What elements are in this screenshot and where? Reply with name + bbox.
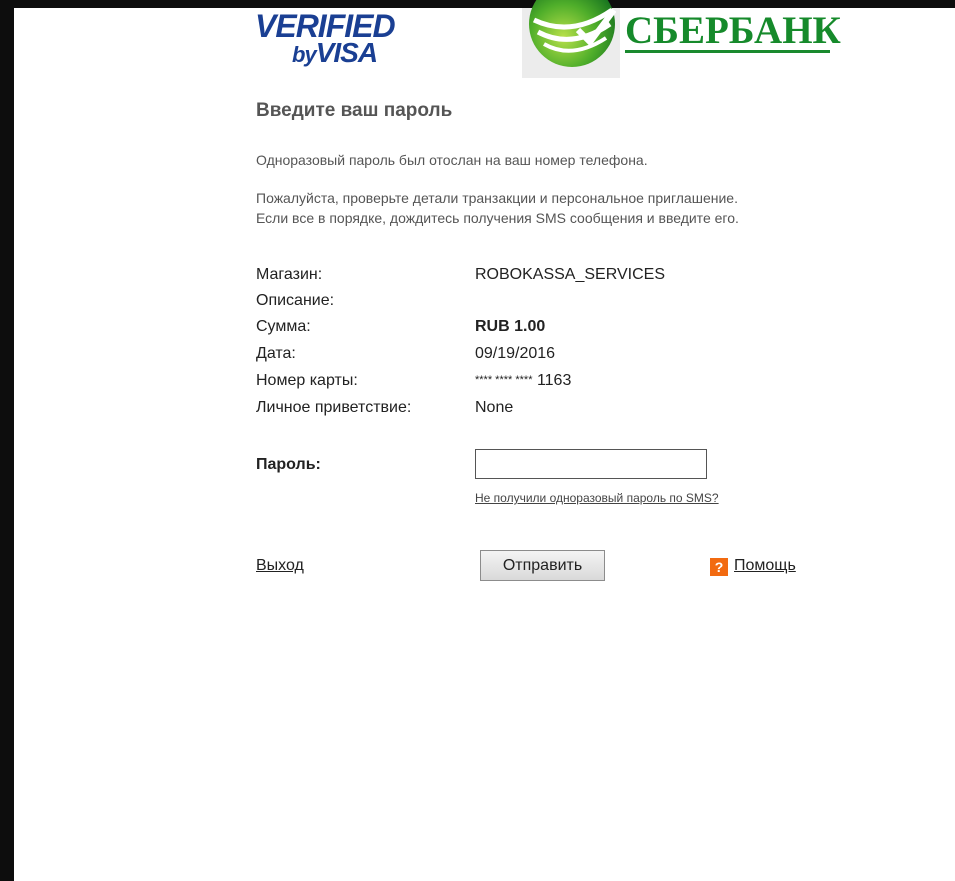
help-icon[interactable]: ? — [710, 558, 728, 576]
submit-button[interactable]: Отправить — [480, 550, 605, 581]
sberbank-wordmark-underline — [625, 50, 830, 53]
sberbank-logo: СБЕРБАНК — [522, 0, 841, 78]
date-label: Дата: — [256, 345, 296, 362]
otp-sent-message: Одноразовый пароль был отослан на ваш но… — [256, 152, 648, 168]
amount-value: RUB 1.00 — [475, 318, 546, 335]
sberbank-emblem-background — [522, 0, 620, 78]
card-number-last4: 1163 — [536, 372, 572, 389]
amount-label: Сумма: — [256, 318, 311, 335]
card-number-mask: **** **** **** — [475, 374, 533, 386]
payment-page: VERIFIED byVISA СБЕРБАНК Введите ваш пар… — [14, 0, 955, 881]
no-sms-link[interactable]: Не получили одноразовый пароль по SMS? — [475, 491, 719, 505]
personal-greeting-label: Личное приветствие: — [256, 399, 412, 416]
date-value: 09/19/2016 — [475, 345, 556, 362]
page-title: Введите ваш пароль — [256, 100, 453, 121]
card-number-value: **** **** **** 1163 — [475, 372, 571, 390]
sberbank-wordmark: СБЕРБАНК — [625, 9, 841, 52]
merchant-value: ROBOKASSA_SERVICES — [475, 266, 665, 283]
exit-link[interactable]: Выход — [256, 557, 304, 575]
instructions-line-1: Пожалуйста, проверьте детали транзакции … — [256, 190, 738, 206]
password-input[interactable] — [475, 449, 707, 479]
password-label: Пароль: — [256, 456, 321, 473]
instructions-text: Пожалуйста, проверьте детали транзакции … — [256, 188, 876, 228]
visa-logo-line2: byVISA — [292, 37, 378, 68]
sberbank-emblem-icon — [529, 0, 616, 67]
help-label[interactable]: Помощь — [734, 557, 796, 575]
card-number-label: Номер карты: — [256, 372, 358, 389]
merchant-label: Магазин: — [256, 266, 323, 283]
instructions-line-2: Если все в порядке, дождитесь получения … — [256, 210, 739, 226]
personal-greeting-value: None — [475, 399, 514, 416]
verified-by-visa-logo: VERIFIED byVISA — [255, 8, 396, 72]
description-label: Описание: — [256, 292, 335, 309]
